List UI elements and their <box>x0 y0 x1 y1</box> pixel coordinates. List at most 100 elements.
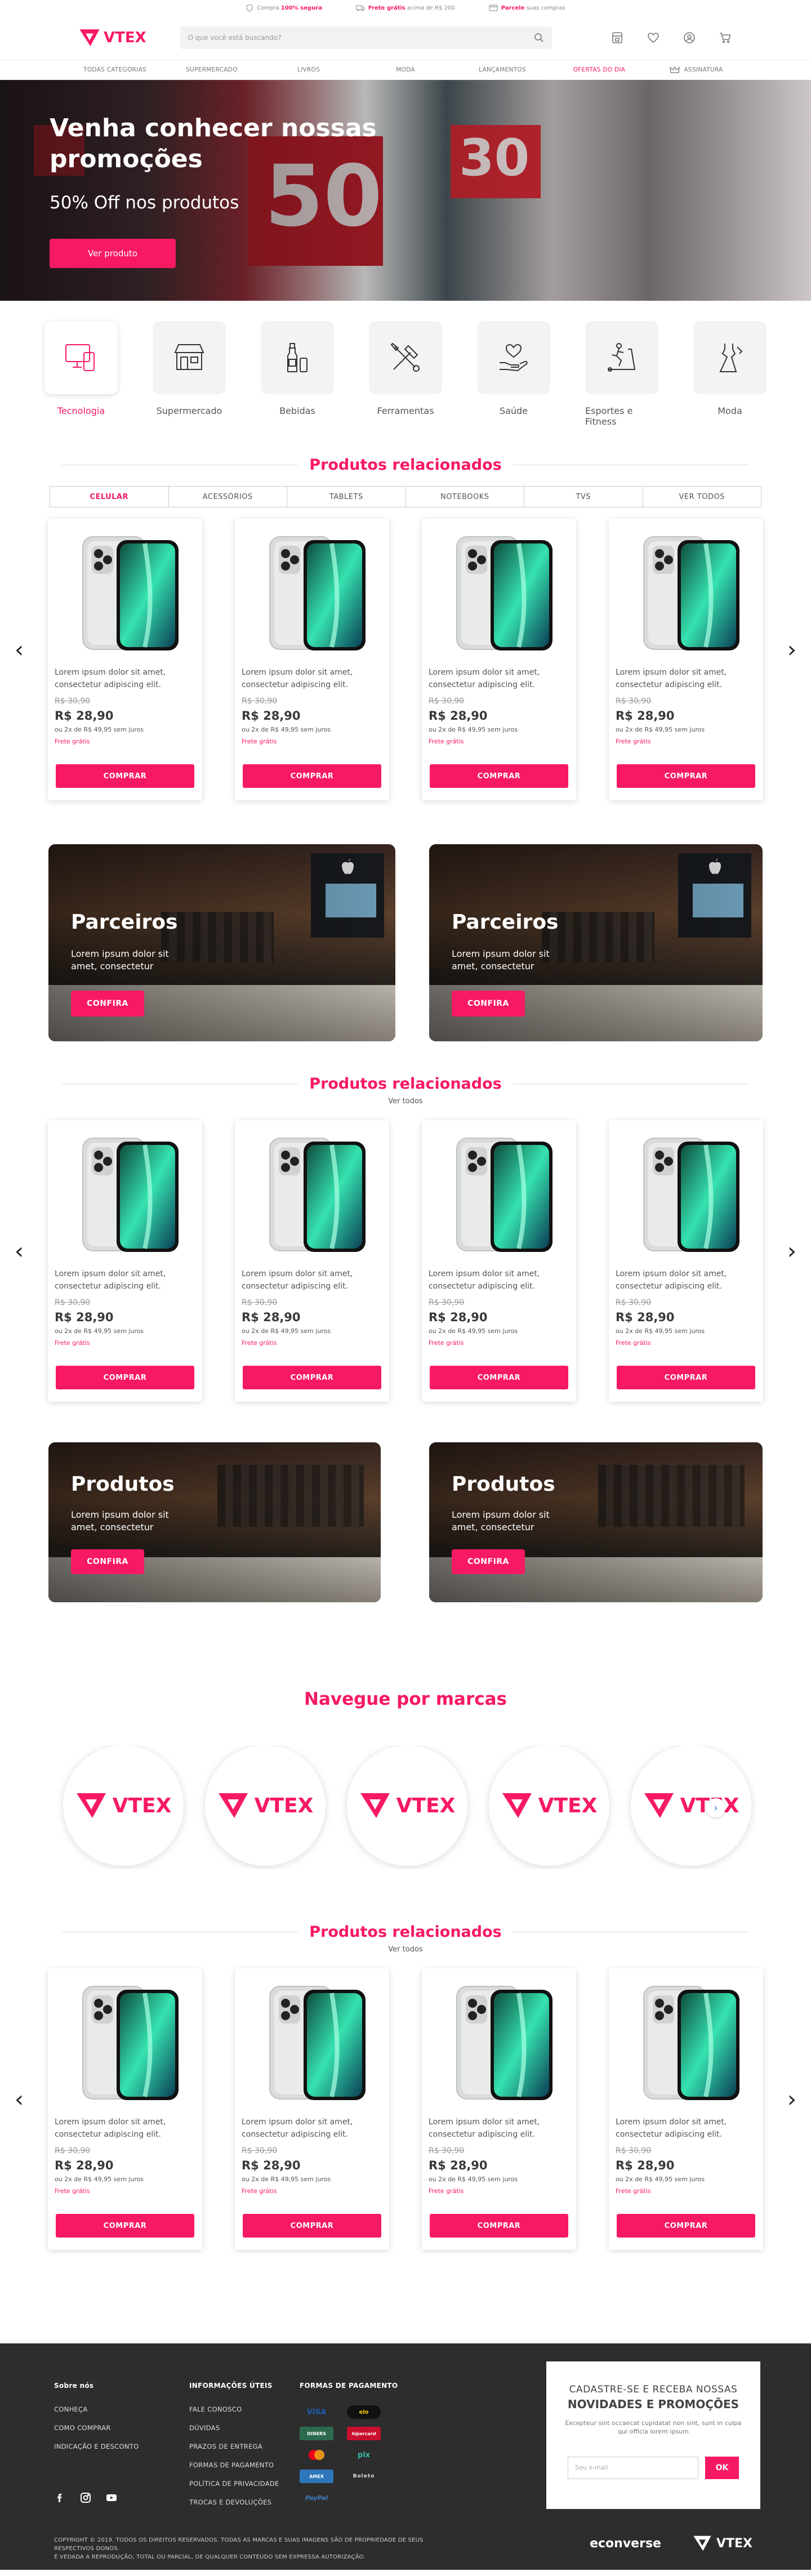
store-icon[interactable] <box>611 31 624 44</box>
next-arrow[interactable]: › <box>787 637 796 663</box>
buy-button[interactable]: COMPRAR <box>430 1366 568 1389</box>
buy-button[interactable]: COMPRAR <box>56 1366 194 1389</box>
tab-tvs[interactable]: TVS <box>524 487 643 507</box>
product-image[interactable] <box>434 1134 564 1255</box>
footer-link[interactable]: TROCAS E DEVOLUÇÕES <box>189 2498 279 2506</box>
newsletter-submit-button[interactable]: OK <box>705 2456 739 2479</box>
product-image[interactable] <box>621 1134 751 1255</box>
category-ferramentas[interactable]: Ferramentas <box>369 321 442 427</box>
footer-link[interactable]: DÚVIDAS <box>189 2424 279 2432</box>
prev-arrow[interactable]: ‹ <box>15 1238 24 1264</box>
category-esportes[interactable]: Esportes e Fitness <box>585 321 658 427</box>
partners-banner[interactable]: Parceiros Lorem ipsum dolor sit amet, co… <box>429 844 763 1041</box>
see-all-link[interactable]: Ver todos <box>0 1945 811 1954</box>
brand-vtex[interactable]: VTEX <box>63 1745 184 1866</box>
products-banner[interactable]: Produtos Lorem ipsum dolor sit amet, con… <box>48 1442 381 1602</box>
nav-item-supermarket[interactable]: SUPERMERCADO <box>163 66 260 73</box>
product-image[interactable] <box>621 532 751 653</box>
nav-item-all-categories[interactable]: TODAS CATEGORIAS <box>66 66 163 73</box>
tab-acessorios[interactable]: ACESSÓRIOS <box>169 487 287 507</box>
buy-button[interactable]: COMPRAR <box>243 2214 381 2238</box>
facebook-icon[interactable] <box>54 2492 65 2503</box>
product-image[interactable] <box>247 1134 377 1255</box>
brands-next-button[interactable]: › <box>706 1798 725 1817</box>
brand-vtex[interactable]: VTEX <box>489 1745 609 1866</box>
product-card[interactable]: Lorem ipsum dolor sit amet, consectetur … <box>235 1120 389 1402</box>
product-image[interactable] <box>247 532 377 653</box>
user-icon[interactable] <box>683 31 696 44</box>
footer-link[interactable]: POLÍTICA DE PRIVACIDADE <box>189 2480 279 2488</box>
footer-link[interactable]: CONHEÇA <box>54 2405 139 2413</box>
product-card[interactable]: Lorem ipsum dolor sit amet, consectetur … <box>48 519 202 800</box>
buy-button[interactable]: COMPRAR <box>243 764 381 788</box>
product-card[interactable]: Lorem ipsum dolor sit amet, consectetur … <box>48 1968 202 2250</box>
banner-button[interactable]: CONFIRA <box>452 1549 525 1574</box>
product-card[interactable]: Lorem ipsum dolor sit amet, consectetur … <box>422 519 576 800</box>
category-supermercado[interactable]: Supermercado <box>153 321 226 427</box>
tab-tablets[interactable]: TABLETS <box>287 487 406 507</box>
product-card[interactable]: Lorem ipsum dolor sit amet, consectetur … <box>609 1120 763 1402</box>
brand-vtex[interactable]: VTEX <box>347 1745 467 1866</box>
brand-vtex[interactable]: VTEX <box>205 1745 326 1866</box>
see-all-link[interactable]: Ver todos <box>0 1097 811 1106</box>
buy-button[interactable]: COMPRAR <box>617 2214 755 2238</box>
banner-button[interactable]: CONFIRA <box>71 1549 144 1574</box>
next-arrow[interactable]: › <box>787 2087 796 2113</box>
product-card[interactable]: Lorem ipsum dolor sit amet, consectetur … <box>235 1968 389 2250</box>
instagram-icon[interactable] <box>80 2492 91 2503</box>
product-card[interactable]: Lorem ipsum dolor sit amet, consectetur … <box>609 519 763 800</box>
nav-item-fashion[interactable]: MODA <box>357 66 454 73</box>
heart-icon[interactable] <box>647 31 660 44</box>
product-card[interactable]: Lorem ipsum dolor sit amet, consectetur … <box>235 519 389 800</box>
buy-button[interactable]: COMPRAR <box>430 2214 568 2238</box>
partners-banner[interactable]: Parceiros Lorem ipsum dolor sit amet, co… <box>48 844 395 1041</box>
buy-button[interactable]: COMPRAR <box>56 2214 194 2238</box>
product-card[interactable]: Lorem ipsum dolor sit amet, consectetur … <box>422 1968 576 2250</box>
product-image[interactable] <box>247 1982 377 2103</box>
nav-item-deals[interactable]: OFERTAS DO DIA <box>551 66 648 73</box>
product-image[interactable] <box>60 1982 190 2103</box>
product-image[interactable] <box>621 1982 751 2103</box>
next-arrow[interactable]: › <box>787 1238 796 1264</box>
buy-button[interactable]: COMPRAR <box>617 1366 755 1389</box>
email-field[interactable]: Seu e-mail <box>568 2456 698 2479</box>
category-moda[interactable]: Moda <box>693 321 767 427</box>
banner-button[interactable]: CONFIRA <box>452 991 525 1017</box>
youtube-icon[interactable] <box>106 2492 117 2503</box>
buy-button[interactable]: COMPRAR <box>430 764 568 788</box>
prev-arrow[interactable]: ‹ <box>15 637 24 663</box>
footer-link[interactable]: PRAZOS DE ENTREGA <box>189 2443 279 2450</box>
footer-link[interactable]: INDICAÇÃO E DESCONTO <box>54 2443 139 2450</box>
product-card[interactable]: Lorem ipsum dolor sit amet, consectetur … <box>422 1120 576 1402</box>
prev-arrow[interactable]: ‹ <box>15 2087 24 2113</box>
product-image[interactable] <box>434 532 564 653</box>
tab-celular[interactable]: CELULAR <box>50 487 169 507</box>
footer-link[interactable]: FORMAS DE PAGAMENTO <box>189 2461 279 2469</box>
footer-link[interactable]: FALE CONOSCO <box>189 2405 279 2413</box>
tab-ver-todos[interactable]: VER TODOS <box>643 487 761 507</box>
footer-link[interactable]: COMO COMPRAR <box>54 2424 139 2432</box>
buy-button[interactable]: COMPRAR <box>243 1366 381 1389</box>
search-input[interactable]: O que você está buscando? <box>180 26 552 49</box>
products-banner[interactable]: Produtos Lorem ipsum dolor sit amet, con… <box>429 1442 763 1602</box>
category-bebidas[interactable]: Bebidas <box>261 321 334 427</box>
buy-button[interactable]: COMPRAR <box>56 764 194 788</box>
nav-item-subscription[interactable]: ASSINATURA <box>648 66 745 74</box>
search-icon[interactable] <box>534 33 544 43</box>
banner-button[interactable]: CONFIRA <box>71 991 144 1017</box>
brand-vtex[interactable]: VTEX <box>631 1745 751 1866</box>
product-image[interactable] <box>434 1982 564 2103</box>
category-tecnologia[interactable]: Tecnologia <box>44 321 118 427</box>
hero-button[interactable]: Ver produto <box>50 239 176 268</box>
product-card[interactable]: Lorem ipsum dolor sit amet, consectetur … <box>48 1120 202 1402</box>
buy-button[interactable]: COMPRAR <box>617 764 755 788</box>
vtex-logo[interactable]: VTEX <box>79 28 146 47</box>
tab-notebooks[interactable]: NOTEBOOKS <box>406 487 524 507</box>
product-image[interactable] <box>60 532 190 653</box>
cart-icon[interactable] <box>719 31 732 44</box>
product-card[interactable]: Lorem ipsum dolor sit amet, consectetur … <box>609 1968 763 2250</box>
nav-item-books[interactable]: LIVROS <box>260 66 357 73</box>
product-image[interactable] <box>60 1134 190 1255</box>
category-saude[interactable]: Saúde <box>477 321 550 427</box>
nav-item-releases[interactable]: LANÇAMENTOS <box>454 66 551 73</box>
